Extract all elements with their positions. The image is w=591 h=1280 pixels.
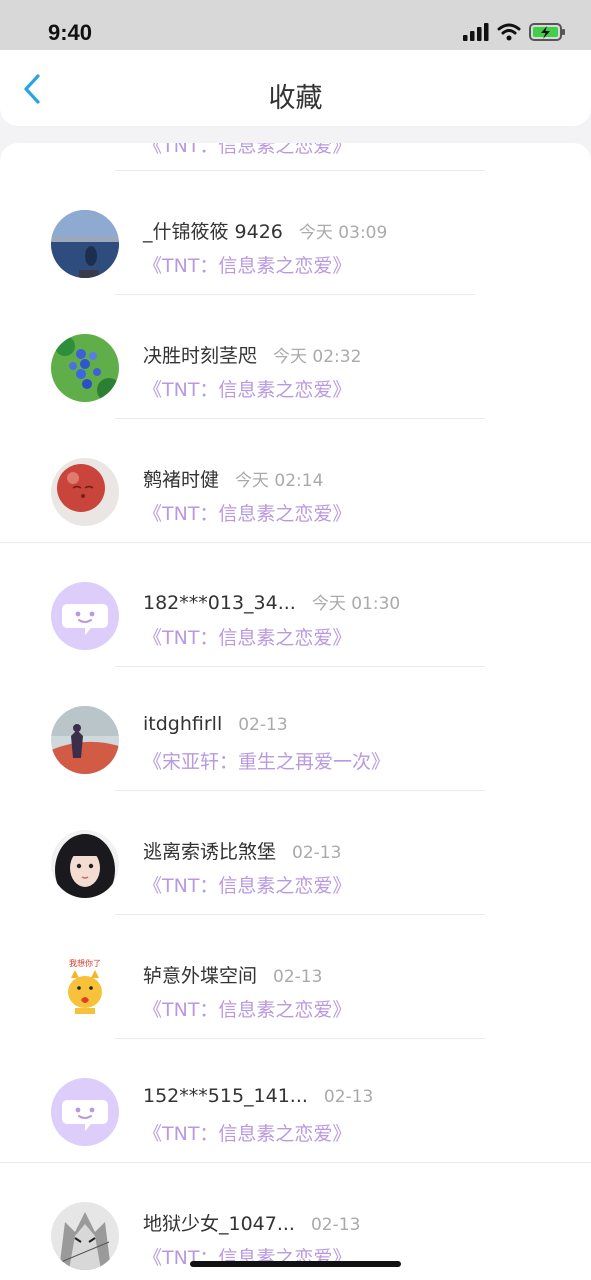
book-title[interactable]: 《TNT：信息素之恋爱》 bbox=[143, 995, 351, 1022]
list-item[interactable]: 182***013_34... 今天 01:30 《TNT：信息素之恋爱》 bbox=[0, 543, 591, 667]
list-item[interactable]: 逃离索诱比煞堡 02-13 《TNT：信息素之恋爱》 bbox=[0, 791, 591, 915]
book-title[interactable]: 《TNT：信息素之恋爱》 bbox=[143, 375, 351, 402]
status-time: 9:40 bbox=[48, 20, 93, 45]
blue-flowers-avatar bbox=[51, 334, 119, 402]
list-item[interactable]: itdghfirll 02-13 《宋亚轩：重生之再爱一次》 bbox=[0, 667, 591, 791]
book-title[interactable]: 《TNT：信息素之恋爱》 bbox=[143, 499, 351, 526]
book-title[interactable]: 《TNT：信息素之恋爱》 bbox=[143, 1119, 351, 1146]
timestamp: 02-13 bbox=[238, 715, 288, 735]
timestamp: 今天 02:32 bbox=[273, 347, 362, 367]
list-item[interactable]: _什锦筱筱 9426 今天 03:09 《TNT：信息素之恋爱》 bbox=[0, 171, 591, 295]
item-meta: 逃离索诱比煞堡 02-13 bbox=[143, 837, 341, 864]
username: 182***013_34... bbox=[143, 592, 296, 614]
sticker-text: 我想你了 bbox=[69, 958, 101, 968]
item-meta: 152***515_141... 02-13 bbox=[143, 1085, 373, 1107]
list-item[interactable]: 我想你了 轳意外堞空间 02-13 《TNT：信息素之恋爱》 bbox=[0, 915, 591, 1039]
list-item[interactable]: 鹩褚时健 今天 02:14 《TNT：信息素之恋爱》 bbox=[0, 419, 591, 543]
timestamp: 今天 01:30 bbox=[311, 594, 401, 614]
book-title[interactable]: 《TNT：信息素之恋爱》 bbox=[143, 251, 351, 278]
default-chat-avatar bbox=[51, 582, 119, 650]
lake-photo-avatar bbox=[51, 210, 119, 278]
timestamp: 02-13 bbox=[310, 1215, 361, 1235]
timestamp: 今天 03:09 bbox=[298, 223, 388, 243]
signal-icon bbox=[463, 23, 489, 41]
item-meta: _什锦筱筱 9426 今天 03:09 bbox=[143, 217, 387, 244]
username: 轳意外堞空间 bbox=[143, 965, 258, 987]
home-indicator[interactable] bbox=[190, 1261, 401, 1267]
item-meta: 决胜时刻茎咫 今天 02:32 bbox=[143, 341, 361, 368]
wifi-icon bbox=[497, 23, 521, 41]
navigation-bar: 收藏 bbox=[0, 50, 591, 126]
username: 152***515_141... bbox=[143, 1085, 308, 1107]
default-chat-avatar bbox=[51, 1078, 119, 1146]
red-face-avatar bbox=[51, 458, 119, 526]
username: 逃离索诱比煞堡 bbox=[143, 841, 277, 863]
page-title: 收藏 bbox=[268, 83, 323, 114]
list-item[interactable]: 152***515_141... 02-13 《TNT：信息素之恋爱》 bbox=[0, 1039, 591, 1163]
girl-portrait-avatar bbox=[51, 830, 119, 898]
sky-figure-avatar bbox=[51, 706, 119, 774]
timestamp: 02-13 bbox=[323, 1087, 374, 1107]
battery-charging-icon bbox=[529, 23, 565, 41]
status-icons bbox=[463, 22, 567, 42]
book-title[interactable]: 《TNT：信息素之恋爱》 bbox=[143, 623, 351, 650]
favorites-list[interactable]: 《TNT：信息素之恋爱》 _什锦筱筱 9426 今天 03:09 《TNT：信息… bbox=[0, 143, 591, 1280]
timestamp: 今天 02:14 bbox=[235, 471, 324, 491]
status-bar: 9:40 bbox=[0, 0, 591, 50]
timestamp: 02-13 bbox=[292, 843, 342, 863]
list-item-partial[interactable]: 《TNT：信息素之恋爱》 bbox=[0, 143, 591, 171]
item-meta: 鹩褚时健 今天 02:14 bbox=[143, 465, 323, 492]
timestamp: 02-13 bbox=[273, 967, 323, 987]
book-title: 《TNT：信息素之恋爱》 bbox=[143, 143, 352, 157]
username: 决胜时刻茎咫 bbox=[143, 345, 258, 367]
username: 鹩褚时健 bbox=[143, 469, 220, 491]
list-item[interactable]: 决胜时刻茎咫 今天 02:32 《TNT：信息素之恋爱》 bbox=[0, 295, 591, 419]
username: 地狱少女_1047... bbox=[143, 1213, 295, 1235]
cartoon-cat-avatar: 我想你了 bbox=[51, 954, 119, 1022]
book-title[interactable]: 《TNT：信息素之恋爱》 bbox=[143, 871, 351, 898]
item-meta: 地狱少女_1047... 02-13 bbox=[143, 1209, 360, 1236]
item-meta: 轳意外堞空间 02-13 bbox=[143, 961, 322, 988]
item-meta: itdghfirll 02-13 bbox=[143, 713, 288, 735]
username: _什锦筱筱 9426 bbox=[143, 221, 283, 243]
item-meta: 182***013_34... 今天 01:30 bbox=[143, 589, 400, 614]
username: itdghfirll bbox=[143, 713, 223, 735]
anime-wolf-avatar bbox=[51, 1202, 119, 1270]
book-title[interactable]: 《宋亚轩：重生之再爱一次》 bbox=[143, 747, 390, 774]
